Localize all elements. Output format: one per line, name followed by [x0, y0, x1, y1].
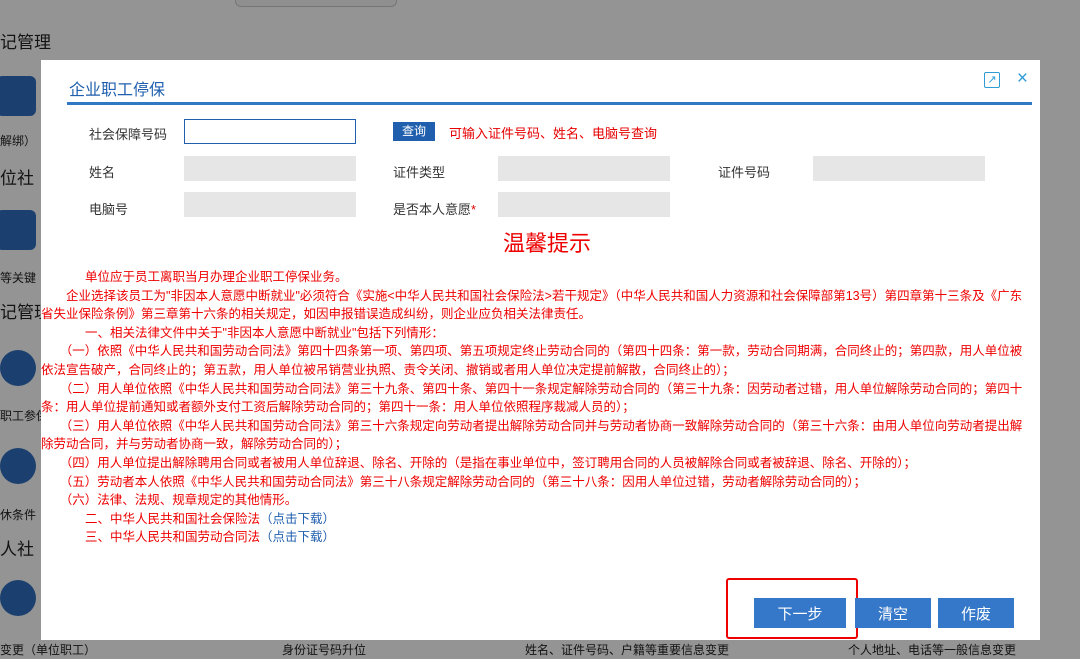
id-type-field [498, 156, 670, 181]
notice-text: 单位应于员工离职当月办理企业职工停保业务。 企业选择该员工为"非因本人意愿中断就… [41, 268, 1033, 547]
labor-contract-law-text: 三、中华人民共和国劳动合同法 [85, 530, 261, 545]
id-number-label: 证件号码 [718, 165, 771, 180]
id-number-field [813, 156, 985, 181]
close-icon[interactable]: × [1017, 68, 1028, 90]
computer-number-field [184, 192, 356, 217]
notice-line: 企业选择该员工为"非因本人意愿中断就业"必须符合《实施<中华人民共和国社会保险法… [41, 288, 1023, 322]
social-security-input[interactable] [184, 119, 356, 144]
name-label: 姓名 [89, 165, 116, 180]
notice-line: （五）劳动者本人依照《中华人民共和国劳动合同法》第三十八条规定解除劳动合同的（第… [59, 474, 867, 489]
name-field [184, 156, 356, 181]
download-link[interactable]: （点击下载） [260, 512, 335, 526]
query-button[interactable]: 查询 [393, 122, 435, 141]
notice-line: （一）依照《中华人民共和国劳动合同法》第四十四条第一项、第四项、第五项规定终止劳… [41, 344, 1023, 377]
social-security-label: 社会保障号码 [89, 127, 168, 142]
notice-line: （三）用人单位依照《中华人民共和国劳动合同法》第三十六条规定向劳动者提出解除劳动… [41, 418, 1023, 452]
notice-line: 一、相关法律文件中关于"非因本人意愿中断就业"包括下列情形： [85, 325, 444, 340]
stop-insurance-dialog: 企业职工停保 ↗ × 社会保障号码 查询 可输入证件号码、姓名、电脑号查询 姓名… [41, 60, 1040, 640]
query-hint: 可输入证件号码、姓名、电脑号查询 [449, 126, 658, 141]
title-divider [67, 102, 1032, 105]
computer-number-label: 电脑号 [89, 202, 129, 217]
clear-button[interactable]: 清空 [855, 598, 931, 628]
download-link[interactable]: （点击下载） [260, 530, 335, 544]
dialog-title: 企业职工停保 [69, 82, 166, 99]
notice-line: （四）用人单位提出解除聘用合同或者被用人单位辞退、除名、开除的（是指在事业单位中… [59, 455, 917, 470]
social-insurance-law-text: 二、中华人民共和国社会保险法 [85, 511, 261, 526]
expand-icon[interactable]: ↗ [984, 72, 1000, 88]
voluntary-label: 是否本人意愿* [393, 199, 476, 218]
notice-line: 二、中华人民共和国社会保险法（点击下载） [85, 510, 1033, 529]
tip-title: 温馨提示 [503, 231, 592, 256]
id-type-label: 证件类型 [393, 165, 446, 180]
next-step-button[interactable]: 下一步 [754, 598, 846, 628]
notice-line: （六）法律、法规、规章规定的其他情形。 [59, 493, 298, 508]
voluntary-label-text: 是否本人意愿 [393, 202, 472, 217]
void-button[interactable]: 作废 [938, 598, 1014, 628]
voluntary-field[interactable] [498, 192, 670, 217]
notice-line: （二）用人单位依照《中华人民共和国劳动合同法》第三十九条、第四十条、第四十一条规… [41, 381, 1023, 415]
notice-line: 三、中华人民共和国劳动合同法（点击下载） [85, 528, 1033, 547]
notice-line: 单位应于员工离职当月办理企业职工停保业务。 [85, 270, 348, 284]
required-mark: * [471, 202, 477, 217]
